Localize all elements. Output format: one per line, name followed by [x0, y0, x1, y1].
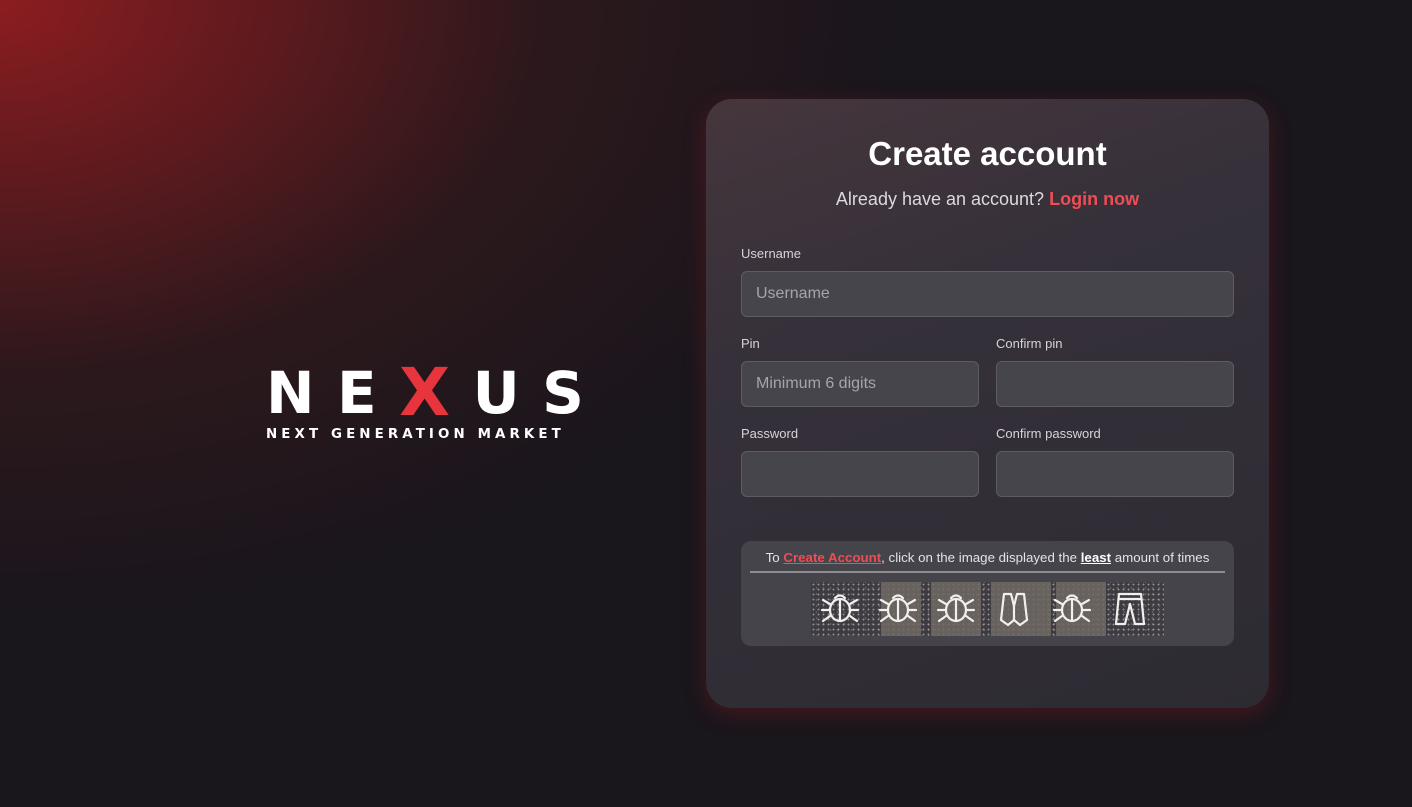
vest-icon[interactable] — [985, 582, 1043, 636]
beetle-icon[interactable] — [927, 582, 985, 636]
captcha-emphasis: least — [1080, 550, 1112, 565]
logo-letter: S — [542, 359, 584, 427]
logo-letter: E — [337, 359, 377, 427]
beetle-icon[interactable] — [869, 582, 927, 636]
captcha-suffix: amount of times — [1114, 550, 1210, 565]
divider — [750, 571, 1225, 573]
username-input[interactable] — [741, 271, 1234, 317]
captcha-middle: , click on the image displayed the — [881, 550, 1078, 565]
captcha-instruction: To Create Account, click on the image di… — [741, 550, 1234, 565]
login-prompt: Already have an account? Login now — [706, 189, 1269, 210]
username-label: Username — [741, 246, 801, 261]
beetle-icon[interactable] — [1043, 582, 1101, 636]
page-title: Create account — [868, 135, 1107, 172]
captcha-box: To Create Account, click on the image di… — [741, 541, 1234, 646]
captcha-prefix: To — [765, 550, 780, 565]
logo-letter: N — [266, 359, 315, 427]
confirm-password-label: Confirm password — [996, 426, 1101, 441]
login-prompt-text: Already have an account? — [835, 189, 1045, 209]
confirm-pin-input[interactable] — [996, 361, 1234, 407]
create-account-link[interactable]: Create Account — [783, 550, 881, 565]
captcha-image-strip — [811, 582, 1164, 636]
pin-label: Pin — [741, 336, 760, 351]
password-input[interactable] — [741, 451, 979, 497]
password-label: Password — [741, 426, 799, 441]
logo-wordmark: N E X U S — [266, 354, 584, 431]
logo-letter: U — [472, 359, 520, 427]
logo-tagline: NEXT GENERATION MARKET — [266, 427, 565, 442]
confirm-password-input[interactable] — [996, 451, 1234, 497]
confirm-pin-label: Confirm pin — [996, 336, 1063, 351]
login-now-link[interactable]: Login now — [1049, 189, 1139, 209]
beetle-icon[interactable] — [811, 582, 869, 636]
brand-logo: N E X U S NEXT GENERATION MARKET — [266, 354, 584, 443]
pin-input[interactable] — [741, 361, 979, 407]
pants-icon[interactable] — [1101, 582, 1159, 636]
logo-letter-accent: X — [399, 354, 451, 431]
create-account-card: Create account Already have an account? … — [706, 99, 1269, 708]
